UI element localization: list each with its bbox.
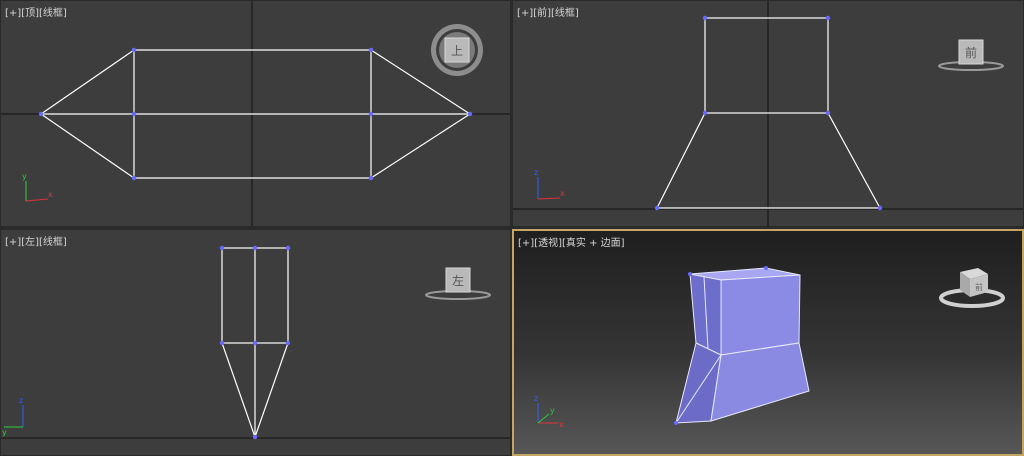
- wireframe-mesh: [39, 49, 472, 179]
- svg-text:y: y: [550, 406, 555, 415]
- view-name[interactable]: 前: [537, 8, 547, 19]
- viewcube-icon[interactable]: 前: [938, 39, 1004, 71]
- viewport-top[interactable]: [+][顶][线框] 上 y x: [0, 0, 511, 227]
- viewport-front[interactable]: [+][前][线框] 前 z x: [512, 0, 1024, 227]
- shading-mode[interactable]: 线框: [43, 8, 63, 19]
- view-name[interactable]: 顶: [25, 8, 35, 19]
- axis-tripod-icon: y x: [22, 172, 53, 202]
- axis-tripod-icon: z x y: [534, 394, 564, 429]
- viewcube-face-label: 前: [965, 45, 977, 60]
- viewport-left[interactable]: [+][左][线框] 左 z y: [0, 229, 511, 456]
- viewport-label-perspective[interactable]: [+][透视][真实 + 边面]: [518, 234, 625, 249]
- svg-text:z: z: [534, 168, 538, 177]
- viewcube-face-label: 前: [975, 282, 983, 292]
- viewport-label-top[interactable]: [+][顶][线框]: [5, 4, 67, 19]
- top-view-scene: 上 y x: [1, 1, 510, 226]
- viewcube-icon[interactable]: 上: [431, 24, 483, 76]
- svg-text:z: z: [534, 394, 538, 403]
- left-view-scene: 左 z y: [1, 245, 510, 440]
- viewport-label-left[interactable]: [+][左][线框]: [5, 233, 67, 248]
- axis-tripod-icon: z x: [534, 168, 565, 200]
- viewcube-icon[interactable]: 左: [425, 267, 491, 300]
- svg-text:x: x: [559, 420, 564, 429]
- viewcube-icon[interactable]: 前: [939, 268, 1005, 308]
- svg-text:y: y: [22, 172, 27, 181]
- view-name[interactable]: 左: [25, 237, 35, 248]
- view-name[interactable]: 透视: [538, 238, 558, 249]
- viewcube-face-label: 上: [451, 44, 463, 58]
- front-view-scene: 前 z x: [513, 1, 1023, 226]
- axis-tripod-icon: z y: [2, 396, 24, 437]
- svg-text:x: x: [48, 190, 53, 199]
- svg-text:z: z: [19, 396, 23, 405]
- viewcube-face-label: 左: [452, 273, 464, 288]
- shading-mode[interactable]: 线框: [43, 237, 63, 248]
- svg-text:y: y: [2, 428, 7, 437]
- shaded-mesh: [675, 267, 810, 424]
- viewport-perspective[interactable]: [+][透视][真实 + 边面] 前 z x y: [512, 229, 1024, 456]
- svg-text:x: x: [560, 189, 565, 198]
- shading-mode[interactable]: 真实 + 边面: [566, 238, 621, 249]
- perspective-view-scene: 前 z x y: [534, 266, 1005, 429]
- shading-mode[interactable]: 线框: [555, 8, 575, 19]
- viewport-label-front[interactable]: [+][前][线框]: [517, 4, 579, 19]
